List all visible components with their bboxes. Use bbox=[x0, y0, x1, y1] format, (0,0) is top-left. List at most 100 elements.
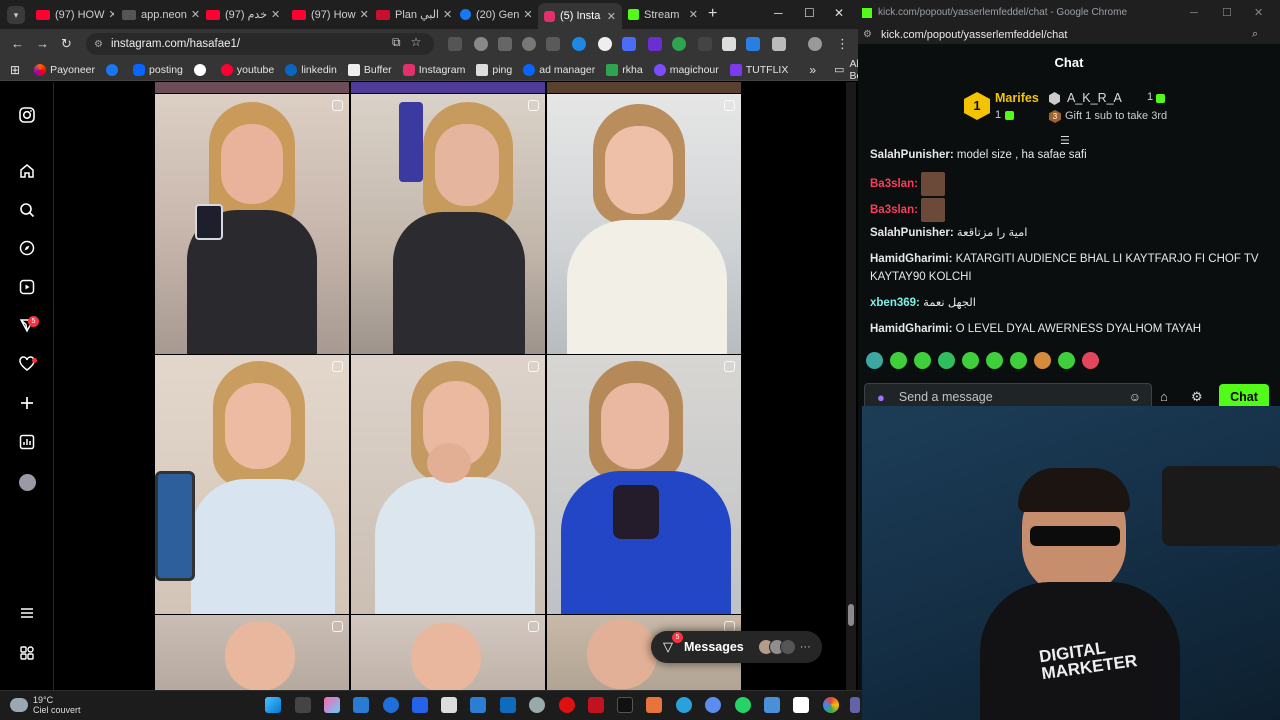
extension-icon[interactable] bbox=[672, 37, 686, 51]
bookmarks-overflow-button[interactable]: » bbox=[809, 63, 816, 77]
app-icon[interactable] bbox=[705, 697, 721, 713]
apps-grid-icon[interactable]: ⊞ bbox=[10, 63, 20, 77]
emote-button[interactable] bbox=[1058, 352, 1075, 369]
close-icon[interactable]: ✕ bbox=[356, 8, 369, 21]
settings-gear-icon[interactable]: ⚙ bbox=[1191, 389, 1203, 405]
close-icon[interactable]: ✕ bbox=[685, 8, 698, 21]
reels-icon[interactable] bbox=[17, 279, 37, 299]
tab-instagram[interactable]: (5) Insta ✕ bbox=[538, 3, 622, 29]
reel-thumbnail[interactable] bbox=[351, 82, 545, 93]
reel-thumbnail[interactable] bbox=[351, 355, 545, 614]
dashboard-icon[interactable] bbox=[17, 434, 37, 454]
bookmark-star-icon[interactable]: ☆ bbox=[411, 35, 422, 50]
site-info-icon[interactable]: ⚙ bbox=[94, 39, 103, 50]
chat-username[interactable]: SalahPunisher bbox=[870, 149, 950, 161]
chat-username[interactable]: SalahPunisher bbox=[870, 227, 950, 239]
close-icon[interactable]: ✕ bbox=[439, 8, 452, 21]
reel-thumbnail[interactable] bbox=[547, 82, 741, 93]
notion-icon[interactable] bbox=[793, 697, 809, 713]
chrome-icon[interactable] bbox=[823, 697, 839, 713]
tab-facebook[interactable]: (20) Gen ✕ bbox=[454, 3, 538, 26]
new-tab-button[interactable]: + bbox=[708, 5, 717, 23]
bookmark-instagram[interactable]: Instagram bbox=[402, 63, 465, 76]
emote-button[interactable] bbox=[1010, 352, 1027, 369]
store-icon[interactable] bbox=[470, 697, 486, 713]
profile-avatar[interactable] bbox=[17, 473, 37, 493]
copilot-icon[interactable] bbox=[324, 697, 340, 713]
maximize-button[interactable]: ☐ bbox=[1222, 6, 1232, 19]
store-icon[interactable]: ⌂ bbox=[1160, 389, 1168, 404]
emote-button[interactable] bbox=[938, 352, 955, 369]
explore-compass-icon[interactable] bbox=[17, 240, 37, 260]
opera-icon[interactable] bbox=[559, 697, 575, 713]
profile-avatar[interactable] bbox=[808, 37, 822, 51]
close-icon[interactable]: ✕ bbox=[187, 8, 200, 21]
emote-button[interactable] bbox=[1082, 352, 1099, 369]
site-info-icon[interactable]: ⚙ bbox=[863, 29, 872, 40]
start-windows-icon[interactable] bbox=[265, 697, 281, 713]
address-bar[interactable]: ⚙ instagram.com/hasafae1/ bbox=[86, 33, 434, 55]
tab-plan[interactable]: Plan البي ✕ bbox=[370, 3, 454, 26]
emote-button[interactable] bbox=[890, 352, 907, 369]
tab-youtube-2[interactable]: (97) خدم ✕ bbox=[200, 3, 284, 26]
leader-name-1[interactable]: Marifes bbox=[995, 91, 1039, 105]
bookmark-posting[interactable]: posting bbox=[133, 63, 183, 76]
extension-icon[interactable] bbox=[546, 37, 560, 51]
bookmark-linkedin[interactable]: linkedin bbox=[285, 63, 337, 76]
extension-icon[interactable] bbox=[572, 37, 586, 51]
reel-thumbnail[interactable] bbox=[547, 355, 741, 614]
whatsapp-icon[interactable] bbox=[735, 697, 751, 713]
extension-icon[interactable] bbox=[598, 37, 612, 51]
app-icon[interactable] bbox=[412, 697, 428, 713]
task-view-icon[interactable] bbox=[295, 697, 311, 713]
leader-name-2[interactable]: A_K_R_A bbox=[1067, 91, 1122, 105]
emoji-picker-icon[interactable]: ☺ bbox=[1129, 390, 1141, 404]
reel-thumbnail[interactable] bbox=[155, 355, 349, 614]
instagram-logo-icon[interactable] bbox=[17, 107, 37, 127]
reel-thumbnail[interactable] bbox=[351, 94, 545, 354]
close-window-button[interactable]: ✕ bbox=[1254, 6, 1263, 19]
bookmark-google[interactable] bbox=[193, 63, 210, 76]
close-icon[interactable]: ✕ bbox=[519, 8, 532, 21]
create-plus-icon[interactable] bbox=[17, 395, 37, 415]
tab-search-button[interactable]: ▾ bbox=[7, 6, 25, 24]
settings-gear-icon[interactable] bbox=[529, 697, 545, 713]
telegram-icon[interactable] bbox=[676, 697, 692, 713]
chat-username[interactable]: Ba3slan bbox=[870, 204, 914, 216]
reel-thumbnail[interactable] bbox=[351, 615, 545, 690]
extension-icon[interactable] bbox=[622, 37, 636, 51]
extension-icon[interactable] bbox=[722, 37, 736, 51]
bookmark-magichour[interactable]: magichour bbox=[653, 63, 719, 76]
photos-icon[interactable] bbox=[764, 697, 780, 713]
emote-button[interactable] bbox=[962, 352, 979, 369]
maximize-button[interactable]: ☐ bbox=[804, 6, 815, 20]
bookmark-buffer[interactable]: Buffer bbox=[347, 63, 392, 76]
chat-username[interactable]: xben369 bbox=[870, 297, 916, 309]
extensions-puzzle-icon[interactable] bbox=[772, 37, 786, 51]
tiktok-icon[interactable] bbox=[617, 697, 633, 713]
extension-icon[interactable] bbox=[448, 37, 462, 51]
bookmark-ping[interactable]: ping bbox=[476, 63, 512, 76]
tab-neon[interactable]: app.neon ✕ bbox=[116, 3, 200, 26]
weather-widget[interactable]: 19°C Ciel couvert bbox=[10, 695, 81, 715]
reel-thumbnail[interactable] bbox=[155, 94, 349, 354]
reload-button[interactable]: ↻ bbox=[61, 36, 72, 52]
send-message-input[interactable] bbox=[898, 390, 1099, 404]
app-icon[interactable] bbox=[588, 697, 604, 713]
minimize-button[interactable]: ─ bbox=[1190, 7, 1198, 19]
emote-button[interactable] bbox=[986, 352, 1003, 369]
tab-youtube-1[interactable]: (97) HOW ✕ bbox=[30, 3, 114, 26]
bookmark-ad-manager[interactable]: ad manager bbox=[523, 63, 595, 76]
extension-icon[interactable] bbox=[522, 37, 536, 51]
scrollbar-thumb[interactable] bbox=[848, 604, 854, 626]
app-icon[interactable] bbox=[441, 697, 457, 713]
app-icon[interactable] bbox=[646, 697, 662, 713]
bookmark-tutflix[interactable]: TUTFLIX bbox=[729, 63, 788, 76]
microphone-icon[interactable]: ● bbox=[877, 390, 885, 405]
extension-icon[interactable] bbox=[746, 37, 760, 51]
bookmark-facebook[interactable] bbox=[106, 63, 122, 76]
back-button[interactable]: ← bbox=[11, 36, 24, 51]
reel-thumbnail[interactable] bbox=[547, 94, 741, 354]
app-icon[interactable] bbox=[383, 697, 399, 713]
chat-username[interactable]: Ba3slan bbox=[870, 178, 914, 190]
